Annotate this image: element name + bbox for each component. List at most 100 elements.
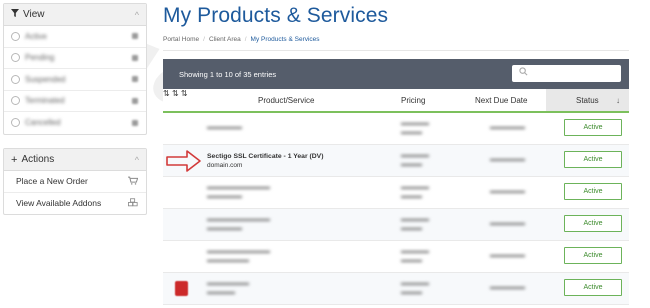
page-title: My Products & Services	[163, 4, 389, 27]
due-date-blurred: ▬▬▬▬▬	[490, 156, 525, 163]
pricing-blurred: ▬▬▬	[401, 225, 422, 232]
radio-icon	[11, 53, 20, 63]
column-header-product[interactable]: Product/Service	[258, 89, 314, 111]
actions-panel: + Actions ^ Place a New Order View Avail…	[3, 148, 147, 215]
action-label: Place a New Order	[16, 176, 88, 187]
product-name-blurred: ▬▬▬▬▬▬▬▬▬	[207, 248, 270, 255]
column-header-status[interactable]: Status ↓	[546, 89, 629, 111]
filter-item-cancelled[interactable]: Cancelled	[4, 112, 146, 134]
table-row[interactable]: ▬▬▬▬▬▬▬▬▬ ▬▬▬▬▬▬ ▬▬▬▬ ▬▬▬ ▬▬▬▬▬ Active	[163, 241, 629, 273]
product-domain: domain.com	[207, 162, 243, 169]
sort-icon[interactable]: ⇅	[163, 89, 170, 98]
plus-icon: +	[11, 153, 18, 166]
sort-icon[interactable]: ⇅	[181, 89, 188, 98]
pricing-blurred: ▬▬▬	[401, 289, 422, 296]
pricing-blurred: ▬▬▬▬	[401, 152, 429, 159]
filter-item-pending[interactable]: Pending	[4, 48, 146, 69]
status-button[interactable]: Active	[564, 279, 622, 296]
action-label: View Available Addons	[16, 198, 102, 209]
column-label: Status	[576, 96, 599, 105]
radio-icon	[11, 118, 20, 128]
chevron-up-icon[interactable]: ^	[135, 155, 139, 165]
product-domain-blurred: ▬▬▬▬	[207, 289, 235, 296]
pricing-blurred: ▬▬▬▬	[401, 120, 429, 127]
actions-panel-header[interactable]: + Actions ^	[4, 149, 146, 171]
breadcrumb-home[interactable]: Portal Home	[163, 36, 199, 43]
breadcrumb-separator: /	[203, 36, 205, 43]
breadcrumb-separator: /	[244, 36, 247, 43]
radio-icon	[11, 31, 20, 41]
due-date-blurred: ▬▬▬▬▬	[490, 220, 525, 227]
search-icon	[519, 67, 528, 79]
filter-item-terminated[interactable]: Terminated	[4, 91, 146, 112]
column-label: Pricing	[401, 95, 426, 105]
breadcrumb-current: My Products & Services	[250, 36, 320, 43]
product-name-blurred: ▬▬▬▬▬▬	[207, 280, 249, 287]
count-badge	[132, 97, 138, 104]
due-date-blurred: ▬▬▬▬▬	[490, 188, 525, 195]
status-button[interactable]: Active	[564, 119, 622, 136]
status-button[interactable]: Active	[564, 215, 622, 232]
count-badge	[132, 54, 138, 61]
place-new-order-link[interactable]: Place a New Order	[4, 171, 146, 193]
view-panel: View ^ Active Pending Suspended Terminat…	[3, 3, 147, 135]
column-header-next-due-date[interactable]: Next Due Date	[475, 89, 527, 111]
pricing-blurred: ▬▬▬▬	[401, 216, 429, 223]
actions-panel-title: Actions	[21, 154, 55, 165]
table-row[interactable]: ▬▬▬▬▬▬ ▬▬▬▬ ▬▬▬▬ ▬▬▬ ▬▬▬▬▬ Active	[163, 273, 629, 305]
sort-icon[interactable]: ⇅	[172, 89, 179, 98]
filter-item-suspended[interactable]: Suspended	[4, 69, 146, 91]
product-domain-blurred: ▬▬▬▬▬	[207, 225, 242, 232]
radio-icon	[11, 96, 20, 106]
view-panel-header[interactable]: View ^	[4, 4, 146, 26]
due-date-blurred: ▬▬▬▬▬	[490, 124, 525, 131]
due-date-blurred: ▬▬▬▬▬	[490, 252, 525, 259]
product-name[interactable]: Sectigo SSL Certificate - 1 Year (DV)	[207, 153, 323, 160]
table-row[interactable]: Sectigo SSL Certificate - 1 Year (DV) do…	[163, 145, 629, 177]
view-panel-title: View	[23, 9, 45, 20]
chevron-up-icon[interactable]: ^	[135, 10, 139, 20]
radio-icon	[11, 74, 20, 84]
search-input[interactable]	[512, 65, 621, 82]
count-badge	[132, 33, 138, 40]
pricing-blurred: ▬▬▬	[401, 257, 422, 264]
table-row[interactable]: ▬▬▬▬▬▬▬▬▬ ▬▬▬▬▬ ▬▬▬▬ ▬▬▬ ▬▬▬▬▬ Active	[163, 209, 629, 241]
sort-desc-icon: ↓	[616, 96, 620, 105]
product-name-blurred: ▬▬▬▬▬▬▬▬▬	[207, 184, 270, 191]
status-button[interactable]: Active	[564, 247, 622, 264]
pricing-blurred: ▬▬▬	[401, 129, 422, 136]
product-domain-blurred: ▬▬▬▬▬▬	[207, 257, 249, 264]
count-badge	[132, 119, 138, 126]
column-header-pricing[interactable]: Pricing	[401, 89, 425, 111]
filter-item-label: Terminated	[25, 96, 65, 106]
filter-item-label: Pending	[25, 53, 55, 63]
status-button[interactable]: Active	[564, 183, 622, 200]
arrow-right-icon	[166, 150, 201, 172]
product-name-blurred: ▬▬▬▬▬▬▬▬▬	[207, 216, 270, 223]
column-label: Product/Service	[258, 95, 315, 105]
table-row[interactable]: ▬▬▬▬▬ ▬▬▬▬ ▬▬▬ ▬▬▬▬▬ Active	[163, 113, 629, 145]
view-addons-link[interactable]: View Available Addons	[4, 193, 146, 215]
pricing-blurred: ▬▬▬	[401, 161, 422, 168]
divider	[163, 50, 629, 51]
table-header: Product/Service ⇅ Pricing ⇅ Next Due Dat…	[163, 89, 629, 113]
entries-info: Showing 1 to 10 of 35 entries	[179, 70, 277, 79]
table-row[interactable]: ▬▬▬▬▬▬▬▬▬ ▬▬▬▬▬ ▬▬▬▬ ▬▬▬ ▬▬▬▬▬ Active	[163, 177, 629, 209]
filter-icon	[11, 9, 19, 20]
filter-item-active[interactable]: Active	[4, 26, 146, 48]
pricing-blurred: ▬▬▬▬	[401, 248, 429, 255]
pricing-blurred: ▬▬▬	[401, 193, 422, 200]
filter-item-label: Cancelled	[25, 118, 61, 128]
breadcrumb-client-area[interactable]: Client Area	[209, 36, 241, 43]
product-domain-blurred: ▬▬▬▬▬	[207, 193, 242, 200]
column-label: Next Due Date	[475, 95, 528, 105]
filter-item-label: Active	[25, 31, 47, 41]
pricing-blurred: ▬▬▬▬	[401, 280, 429, 287]
status-button[interactable]: Active	[564, 151, 622, 168]
product-name-blurred: ▬▬▬▬▬	[207, 124, 242, 131]
count-badge	[132, 76, 138, 83]
pricing-blurred: ▬▬▬▬	[401, 184, 429, 191]
table-toolbar: Showing 1 to 10 of 35 entries	[163, 59, 629, 89]
filter-item-label: Suspended	[25, 74, 66, 84]
due-date-blurred: ▬▬▬▬▬	[490, 284, 525, 291]
